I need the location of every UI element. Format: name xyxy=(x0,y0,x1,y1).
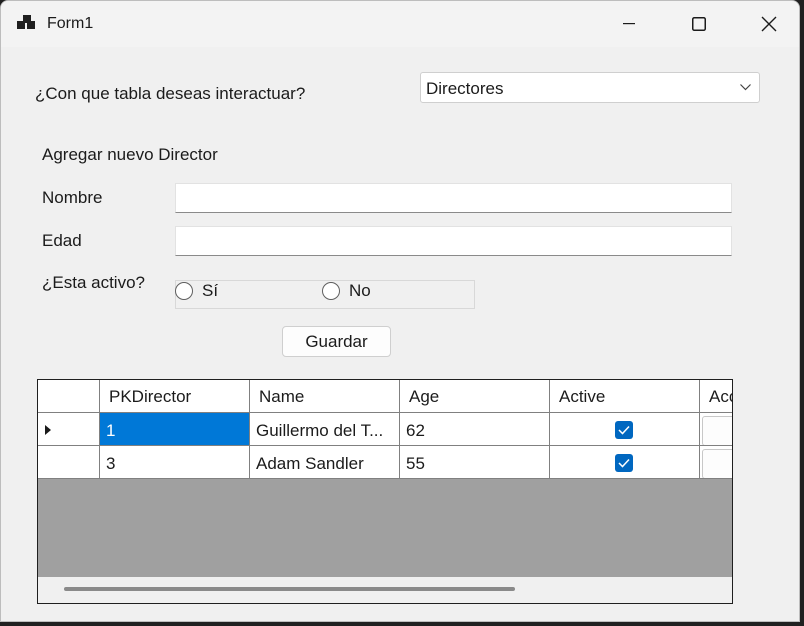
radio-yes-circle[interactable] xyxy=(175,282,193,300)
cell-action[interactable] xyxy=(700,413,732,446)
active-checkbox[interactable] xyxy=(615,454,633,472)
window-title: Form1 xyxy=(47,15,94,32)
radio-no[interactable]: No xyxy=(322,281,375,301)
name-label: Nombre xyxy=(42,188,103,207)
cell-name[interactable]: Guillermo del T... xyxy=(250,413,400,446)
radio-yes[interactable]: Sí xyxy=(175,281,223,301)
horizontal-scrollbar[interactable] xyxy=(38,577,732,603)
cell-active[interactable] xyxy=(550,446,700,479)
close-button[interactable] xyxy=(734,1,799,47)
current-row-arrow-icon xyxy=(45,425,51,435)
column-header-actions[interactable]: Acc xyxy=(700,380,732,413)
active-checkbox[interactable] xyxy=(615,421,633,439)
column-header-name[interactable]: Name xyxy=(250,380,400,413)
scrollbar-thumb[interactable] xyxy=(64,587,515,591)
cell-age[interactable]: 55 xyxy=(400,446,550,479)
radio-yes-label: Sí xyxy=(202,281,223,301)
active-label: ¿Esta activo? xyxy=(42,273,145,292)
check-icon xyxy=(618,425,630,435)
minimize-icon xyxy=(623,23,635,25)
row-header[interactable] xyxy=(38,413,100,446)
check-icon xyxy=(618,458,630,468)
table-select[interactable]: Directores xyxy=(420,72,760,103)
cell-age[interactable]: 62 xyxy=(400,413,550,446)
name-input[interactable] xyxy=(175,183,732,213)
age-label: Edad xyxy=(42,231,82,250)
table-select-value: Directores xyxy=(426,79,504,98)
maximize-button[interactable] xyxy=(664,1,734,47)
age-input[interactable] xyxy=(175,226,732,256)
data-grid[interactable]: PKDirector Name Age Active Acc 1 Guiller… xyxy=(37,379,733,604)
grid-corner-header[interactable] xyxy=(38,380,100,413)
app-icon xyxy=(17,15,37,33)
chevron-down-icon xyxy=(740,84,751,91)
radio-no-label: No xyxy=(349,281,375,301)
save-button[interactable]: Guardar xyxy=(282,326,391,357)
cell-action[interactable] xyxy=(700,446,732,479)
section-title: Agregar nuevo Director xyxy=(42,145,218,164)
row-header[interactable] xyxy=(38,446,100,479)
close-icon xyxy=(761,16,777,32)
column-header-age[interactable]: Age xyxy=(400,380,550,413)
row-action-button[interactable] xyxy=(702,449,732,478)
cell-pkdirector[interactable]: 3 xyxy=(100,446,250,479)
table-prompt-label: ¿Con que tabla deseas interactuar? xyxy=(35,84,306,103)
radio-no-circle[interactable] xyxy=(322,282,340,300)
column-header-pkdirector[interactable]: PKDirector xyxy=(100,380,250,413)
minimize-button[interactable] xyxy=(594,1,664,47)
column-header-active[interactable]: Active xyxy=(550,380,700,413)
cell-name[interactable]: Adam Sandler xyxy=(250,446,400,479)
app-window: Form1 ¿Con que tabla deseas interactuar?… xyxy=(0,0,800,622)
cell-pkdirector[interactable]: 1 xyxy=(100,413,250,446)
maximize-icon xyxy=(692,17,706,31)
row-action-button[interactable] xyxy=(702,416,732,445)
cell-active[interactable] xyxy=(550,413,700,446)
title-bar[interactable]: Form1 xyxy=(1,1,799,47)
